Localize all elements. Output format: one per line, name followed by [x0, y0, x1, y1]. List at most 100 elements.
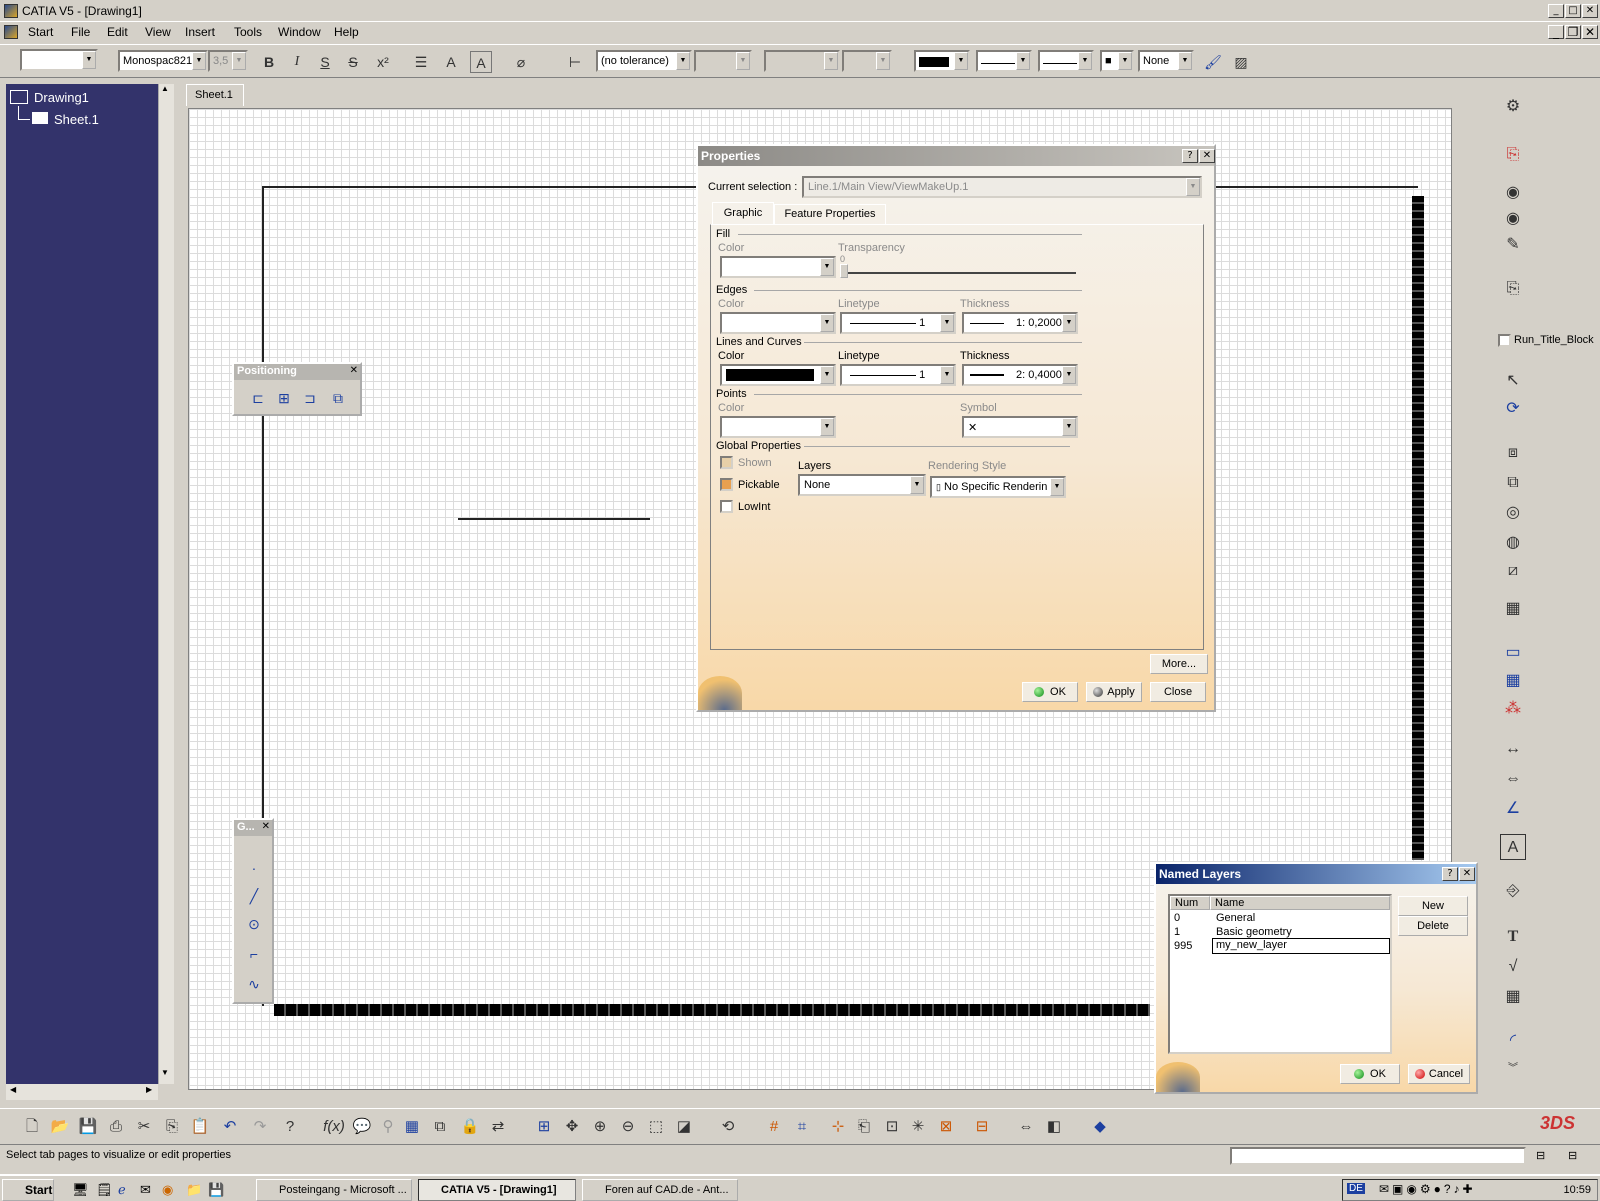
- superscript-icon[interactable]: x²: [372, 51, 394, 73]
- clip-view-icon[interactable]: ◍: [1500, 530, 1526, 556]
- print-icon[interactable]: ⎙: [104, 1115, 128, 1139]
- table-row-name[interactable]: General: [1216, 912, 1255, 926]
- edges-color-combo[interactable]: ▼: [720, 312, 836, 334]
- copy-icon[interactable]: ⎘: [160, 1115, 184, 1139]
- macro-icon[interactable]: ⚲: [376, 1115, 400, 1139]
- lowint-checkbox[interactable]: [720, 500, 733, 513]
- snap-to-point-icon[interactable]: ⌗: [790, 1115, 814, 1139]
- close-icon[interactable]: ✕: [350, 365, 358, 376]
- hatch-icon[interactable]: ▨: [1230, 51, 1252, 73]
- new-layer-button[interactable]: New: [1398, 896, 1468, 916]
- zoom-out-icon[interactable]: ⊖: [616, 1115, 640, 1139]
- zoom-in-icon[interactable]: ⊕: [588, 1115, 612, 1139]
- symbol-combo[interactable]: ✕ ▼: [962, 416, 1078, 438]
- normal-view-icon[interactable]: ◪: [672, 1115, 696, 1139]
- menu-view[interactable]: View: [145, 25, 171, 39]
- circle-icon[interactable]: ⊙: [242, 912, 266, 936]
- pickable-checkbox[interactable]: [720, 478, 733, 491]
- points-color-combo[interactable]: ▼: [720, 416, 836, 438]
- detail-view-icon[interactable]: ✎: [1500, 232, 1526, 258]
- fill-color-combo[interactable]: ▼: [720, 256, 836, 278]
- clipping-icon[interactable]: ⎘: [1500, 276, 1526, 302]
- edges-linetype-combo[interactable]: 1 ▼: [840, 312, 956, 334]
- command-input[interactable]: [1230, 1147, 1526, 1165]
- strikethrough-icon[interactable]: S: [342, 51, 364, 73]
- color-combo[interactable]: ▼: [914, 50, 970, 72]
- text-frame-icon[interactable]: A: [440, 51, 462, 73]
- save-icon[interactable]: 💾: [76, 1115, 100, 1139]
- delete-layer-button[interactable]: Delete: [1398, 916, 1468, 936]
- table-insert-icon[interactable]: ▦: [1500, 984, 1526, 1010]
- curve-icon[interactable]: ∿: [242, 972, 266, 996]
- tab-sheet1[interactable]: Sheet.1: [186, 84, 244, 106]
- open-icon[interactable]: 📂: [48, 1115, 72, 1139]
- section-view-icon[interactable]: ◉: [1500, 206, 1526, 232]
- font-size-combo[interactable]: 3,5 ▼: [208, 50, 248, 72]
- close-icon[interactable]: ✕: [1582, 4, 1598, 18]
- expand-toolbar-icon[interactable]: ︾: [1500, 1056, 1526, 1082]
- filter-icon[interactable]: ✳: [906, 1115, 930, 1139]
- firefox-icon[interactable]: ◉: [162, 1182, 173, 1198]
- layers-combo[interactable]: None ▼: [798, 474, 926, 496]
- analysis-icon[interactable]: ⟲: [716, 1115, 740, 1139]
- menu-window[interactable]: Window: [278, 25, 321, 39]
- insert-symbol-icon[interactable]: ⌀: [510, 51, 532, 73]
- outlook-icon[interactable]: ✉: [140, 1182, 151, 1198]
- help-icon[interactable]: ?: [1442, 867, 1458, 881]
- point-type-combo[interactable]: ■ ▼: [1100, 50, 1134, 72]
- comment-icon[interactable]: 💬: [350, 1115, 374, 1139]
- new-icon[interactable]: 🗋: [20, 1115, 44, 1139]
- whats-this-icon[interactable]: ?: [278, 1115, 302, 1139]
- fit-all-icon[interactable]: ⊞: [532, 1115, 556, 1139]
- column-header-num[interactable]: Num: [1170, 896, 1210, 910]
- tree-icon[interactable]: ⧉: [428, 1115, 452, 1139]
- tab-graphic[interactable]: Graphic: [712, 202, 774, 224]
- formula-icon[interactable]: f(x): [322, 1115, 346, 1139]
- language-indicator[interactable]: DE: [1347, 1183, 1365, 1194]
- taskbar-item-outlook[interactable]: Posteingang - Microsoft ...: [256, 1179, 412, 1201]
- scroll-left-icon[interactable]: ◀: [10, 1085, 16, 1094]
- table-icon[interactable]: ▦: [1500, 668, 1526, 694]
- update-icon[interactable]: ⇄: [486, 1115, 510, 1139]
- tab-feature-properties[interactable]: Feature Properties: [774, 204, 886, 224]
- cut-icon[interactable]: ✂: [132, 1115, 156, 1139]
- edges-thickness-combo[interactable]: 1: 0,2000 ▼: [962, 312, 1078, 334]
- underline-icon[interactable]: S: [314, 51, 336, 73]
- zoom-area-icon[interactable]: ⬚: [644, 1115, 668, 1139]
- precision-combo[interactable]: ▼: [842, 50, 892, 72]
- tree-hscrollbar[interactable]: ◀ ▶: [6, 1084, 158, 1100]
- pan-icon[interactable]: ✥: [560, 1115, 584, 1139]
- folder-icon[interactable]: 📁: [186, 1182, 202, 1198]
- start-button[interactable]: Start: [2, 1179, 54, 1201]
- align-center-icon[interactable]: ⊞: [272, 386, 296, 410]
- point-icon[interactable]: ·: [242, 856, 266, 880]
- text-insert-icon[interactable]: T: [1500, 924, 1526, 950]
- align-right-icon[interactable]: ⊐: [298, 386, 322, 410]
- shown-checkbox[interactable]: [720, 456, 733, 469]
- select-icon[interactable]: ↖: [1500, 368, 1526, 394]
- help-icon[interactable]: ?: [1182, 149, 1198, 163]
- scroll-down-icon[interactable]: ▼: [161, 1068, 169, 1077]
- selected-line[interactable]: [458, 518, 650, 520]
- desktop-icon[interactable]: 🖥: [72, 1182, 89, 1198]
- power-input-icon[interactable]: ⊟: [1536, 1149, 1545, 1162]
- current-selection-combo[interactable]: Line.1/Main View/ViewMakeUp.1 ▼: [802, 176, 1202, 198]
- scroll-right-icon[interactable]: ▶: [146, 1085, 152, 1094]
- maximize-icon[interactable]: □: [1565, 4, 1581, 18]
- run-title-block-checkbox[interactable]: [1498, 334, 1511, 347]
- dimension-icon[interactable]: ⊢: [564, 51, 586, 73]
- roughness-icon[interactable]: √: [1500, 954, 1526, 980]
- numerical-format-combo[interactable]: ▼: [764, 50, 840, 72]
- linetype-combo[interactable]: ▼: [976, 50, 1032, 72]
- rotate-icon[interactable]: ⟳: [1500, 396, 1526, 422]
- line-icon[interactable]: ╱: [242, 884, 266, 908]
- minimize-icon[interactable]: _: [1548, 4, 1564, 18]
- ok-button[interactable]: OK: [1340, 1064, 1400, 1084]
- power-input-expand-icon[interactable]: ⊟: [1568, 1149, 1577, 1162]
- taskbar-item-catia[interactable]: CATIA V5 - [Drawing1]: [418, 1179, 576, 1201]
- dimension-system-icon[interactable]: ⊡: [880, 1115, 904, 1139]
- doc-close-icon[interactable]: ✕: [1582, 25, 1598, 39]
- save-icon[interactable]: 💾: [208, 1182, 224, 1198]
- tolerance-value-combo[interactable]: ▼: [694, 50, 752, 72]
- transparency-slider-thumb[interactable]: [840, 264, 848, 278]
